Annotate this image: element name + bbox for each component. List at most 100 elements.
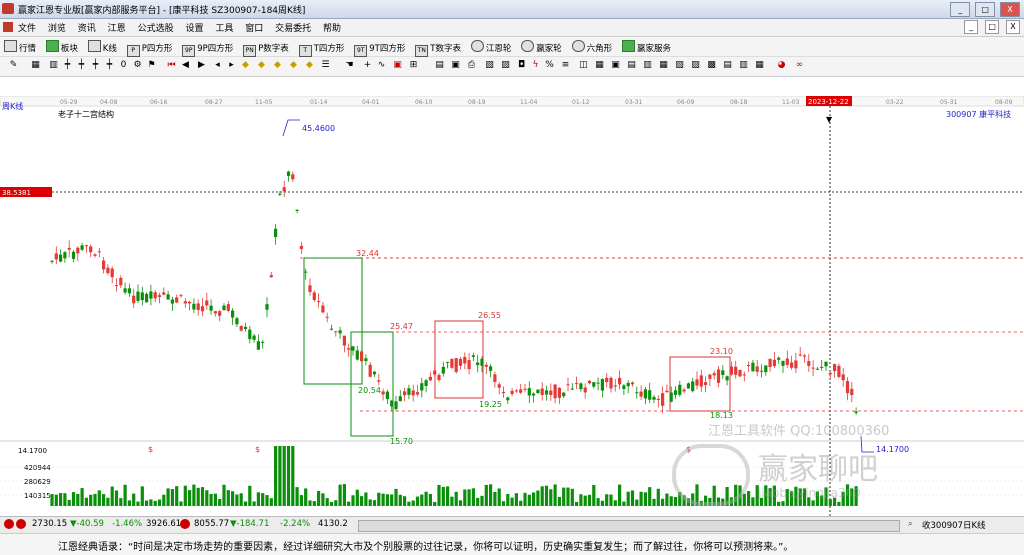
menu-info[interactable]: 资讯 [78, 21, 96, 34]
toolbar-hexagon-button[interactable]: 六角形 [571, 40, 612, 54]
hand-icon[interactable]: ☚ [344, 60, 355, 71]
tool-icon[interactable]: ▤ [722, 60, 733, 71]
candle-body [312, 292, 316, 301]
candle-tool-icon[interactable]: ┿ [62, 60, 73, 71]
candle-tool-icon[interactable]: ┿ [104, 60, 115, 71]
right-icon[interactable]: ▸ [226, 60, 237, 71]
tool-icon[interactable]: ▥ [48, 60, 59, 71]
tool-icon[interactable]: ⊞ [408, 60, 419, 71]
tool-icon[interactable]: ▧ [674, 60, 685, 71]
menu-help[interactable]: 帮助 [323, 21, 341, 34]
toolbar-p-table-button[interactable]: PN P数字表 [243, 42, 289, 57]
settings-icon[interactable]: ⚙ [132, 60, 143, 71]
box-label: 25.47 [390, 322, 413, 331]
diamond-icon[interactable]: ◆ [288, 60, 299, 71]
next-icon[interactable]: ▶ [196, 60, 207, 71]
mdi-minimize-button[interactable]: _ [964, 20, 979, 34]
tool-icon[interactable]: ▣ [610, 60, 621, 71]
menu-file[interactable]: 文件 [18, 21, 36, 34]
tool-icon[interactable]: ▦ [658, 60, 669, 71]
candle-body [768, 358, 772, 367]
toolbar-sector-button[interactable]: 板块 [45, 40, 78, 54]
tool-icon[interactable]: ▤ [626, 60, 637, 71]
toolbar-p-square-button[interactable]: P P四方形 [126, 42, 172, 57]
chart-pie-icon[interactable]: ◕ [776, 60, 787, 71]
candle-tool-icon[interactable]: ┿ [90, 60, 101, 71]
menu-gann[interactable]: 江恩 [108, 21, 126, 34]
menu-formula[interactable]: 公式选股 [138, 21, 174, 34]
candle-body [527, 388, 531, 396]
crosshair-icon[interactable]: + [362, 60, 373, 71]
menu-browse[interactable]: 浏览 [48, 21, 66, 34]
diamond-icon[interactable]: ◆ [256, 60, 267, 71]
tool-icon[interactable]: ▦ [754, 60, 765, 71]
mdi-close-button[interactable]: X [1006, 20, 1020, 34]
tool-icon[interactable]: ≡ [560, 60, 571, 71]
date-tick-label: 11-03 [782, 99, 800, 106]
toolbar-gann-wheel-button[interactable]: 江恩轮 [470, 40, 511, 54]
box-icon[interactable]: ▣ [392, 60, 403, 71]
menu-trade[interactable]: 交易委托 [275, 21, 311, 34]
flag-icon[interactable]: ⚑ [146, 60, 157, 71]
toolbar-t-square-button[interactable]: T T四方形 [298, 42, 344, 57]
volume-bar [119, 498, 123, 506]
volume-bar [231, 491, 235, 506]
candle-body [433, 370, 437, 375]
tool-icon[interactable]: ◫ [578, 60, 589, 71]
candle-body [854, 411, 858, 413]
car-icon[interactable]: ◘ [516, 60, 527, 71]
toolbar-quotes-button[interactable]: 行情 [4, 40, 36, 54]
list-icon[interactable]: ☰ [320, 60, 331, 71]
date-tick-label: 03-22 [886, 99, 904, 106]
wave-icon[interactable]: ∿ [376, 60, 387, 71]
print-icon[interactable]: ⎙ [466, 60, 477, 71]
save-icon[interactable]: ▣ [450, 60, 461, 71]
candle-body [669, 392, 673, 402]
prev-icon[interactable]: ◀ [180, 60, 191, 71]
candle-body [351, 346, 355, 351]
zero-icon[interactable]: 0 [118, 60, 129, 71]
maximize-button[interactable]: □ [975, 2, 996, 17]
lightning-icon[interactable]: ϟ [530, 60, 541, 71]
toolbar-t-table-button[interactable]: TN T数字表 [415, 42, 461, 57]
toolbar-winner-wheel-button[interactable]: 赢家轮 [521, 40, 562, 54]
window-icon[interactable]: ▧ [484, 60, 495, 71]
diamond-icon[interactable]: ◆ [304, 60, 315, 71]
menu-tools[interactable]: 工具 [215, 21, 233, 34]
volume-bar [377, 492, 381, 506]
toolbar-9t-square-button[interactable]: 9T 9T四方形 [354, 42, 405, 57]
candle-body [476, 362, 480, 366]
diamond-icon[interactable]: ◆ [240, 60, 251, 71]
screen-icon[interactable]: ▤ [434, 60, 445, 71]
search-icon[interactable]: ⌕ [908, 519, 913, 529]
horizontal-scrollbar[interactable] [358, 520, 900, 532]
first-icon[interactable]: ⏮ [166, 60, 177, 71]
tool-icon[interactable]: ▥ [642, 60, 653, 71]
tool-icon[interactable]: ▥ [738, 60, 749, 71]
diamond-icon[interactable]: ◆ [272, 60, 283, 71]
tool-icon[interactable]: ▦ [30, 60, 41, 71]
minimize-button[interactable]: _ [950, 2, 971, 17]
infinity-icon[interactable]: ∞ [794, 60, 805, 71]
tool-icon[interactable]: ▦ [594, 60, 605, 71]
window-icon[interactable]: ▨ [500, 60, 511, 71]
toolbar-9p-square-button[interactable]: 9P 9P四方形 [182, 42, 233, 57]
menu-window[interactable]: 窗口 [245, 21, 263, 34]
toolbar-kline-button[interactable]: K线 [87, 40, 117, 54]
candle-body [235, 318, 239, 325]
candle-body [755, 366, 759, 372]
menu-settings[interactable]: 设置 [185, 21, 203, 34]
volume-bar [291, 446, 295, 506]
volume-bar [286, 446, 291, 506]
mdi-restore-button[interactable]: □ [985, 20, 1000, 34]
close-button[interactable]: X [1000, 2, 1020, 17]
left-icon[interactable]: ◂ [212, 60, 223, 71]
candle-tool-icon[interactable]: ┿ [76, 60, 87, 71]
candle-body [725, 376, 729, 381]
pen-tool-icon[interactable]: ✎ [8, 60, 19, 71]
percent-icon[interactable]: % [544, 60, 555, 71]
toolbar-service-button[interactable]: 赢家服务 [622, 40, 671, 54]
grid-icon [4, 40, 17, 52]
tool-icon[interactable]: ▩ [706, 60, 717, 71]
tool-icon[interactable]: ▨ [690, 60, 701, 71]
